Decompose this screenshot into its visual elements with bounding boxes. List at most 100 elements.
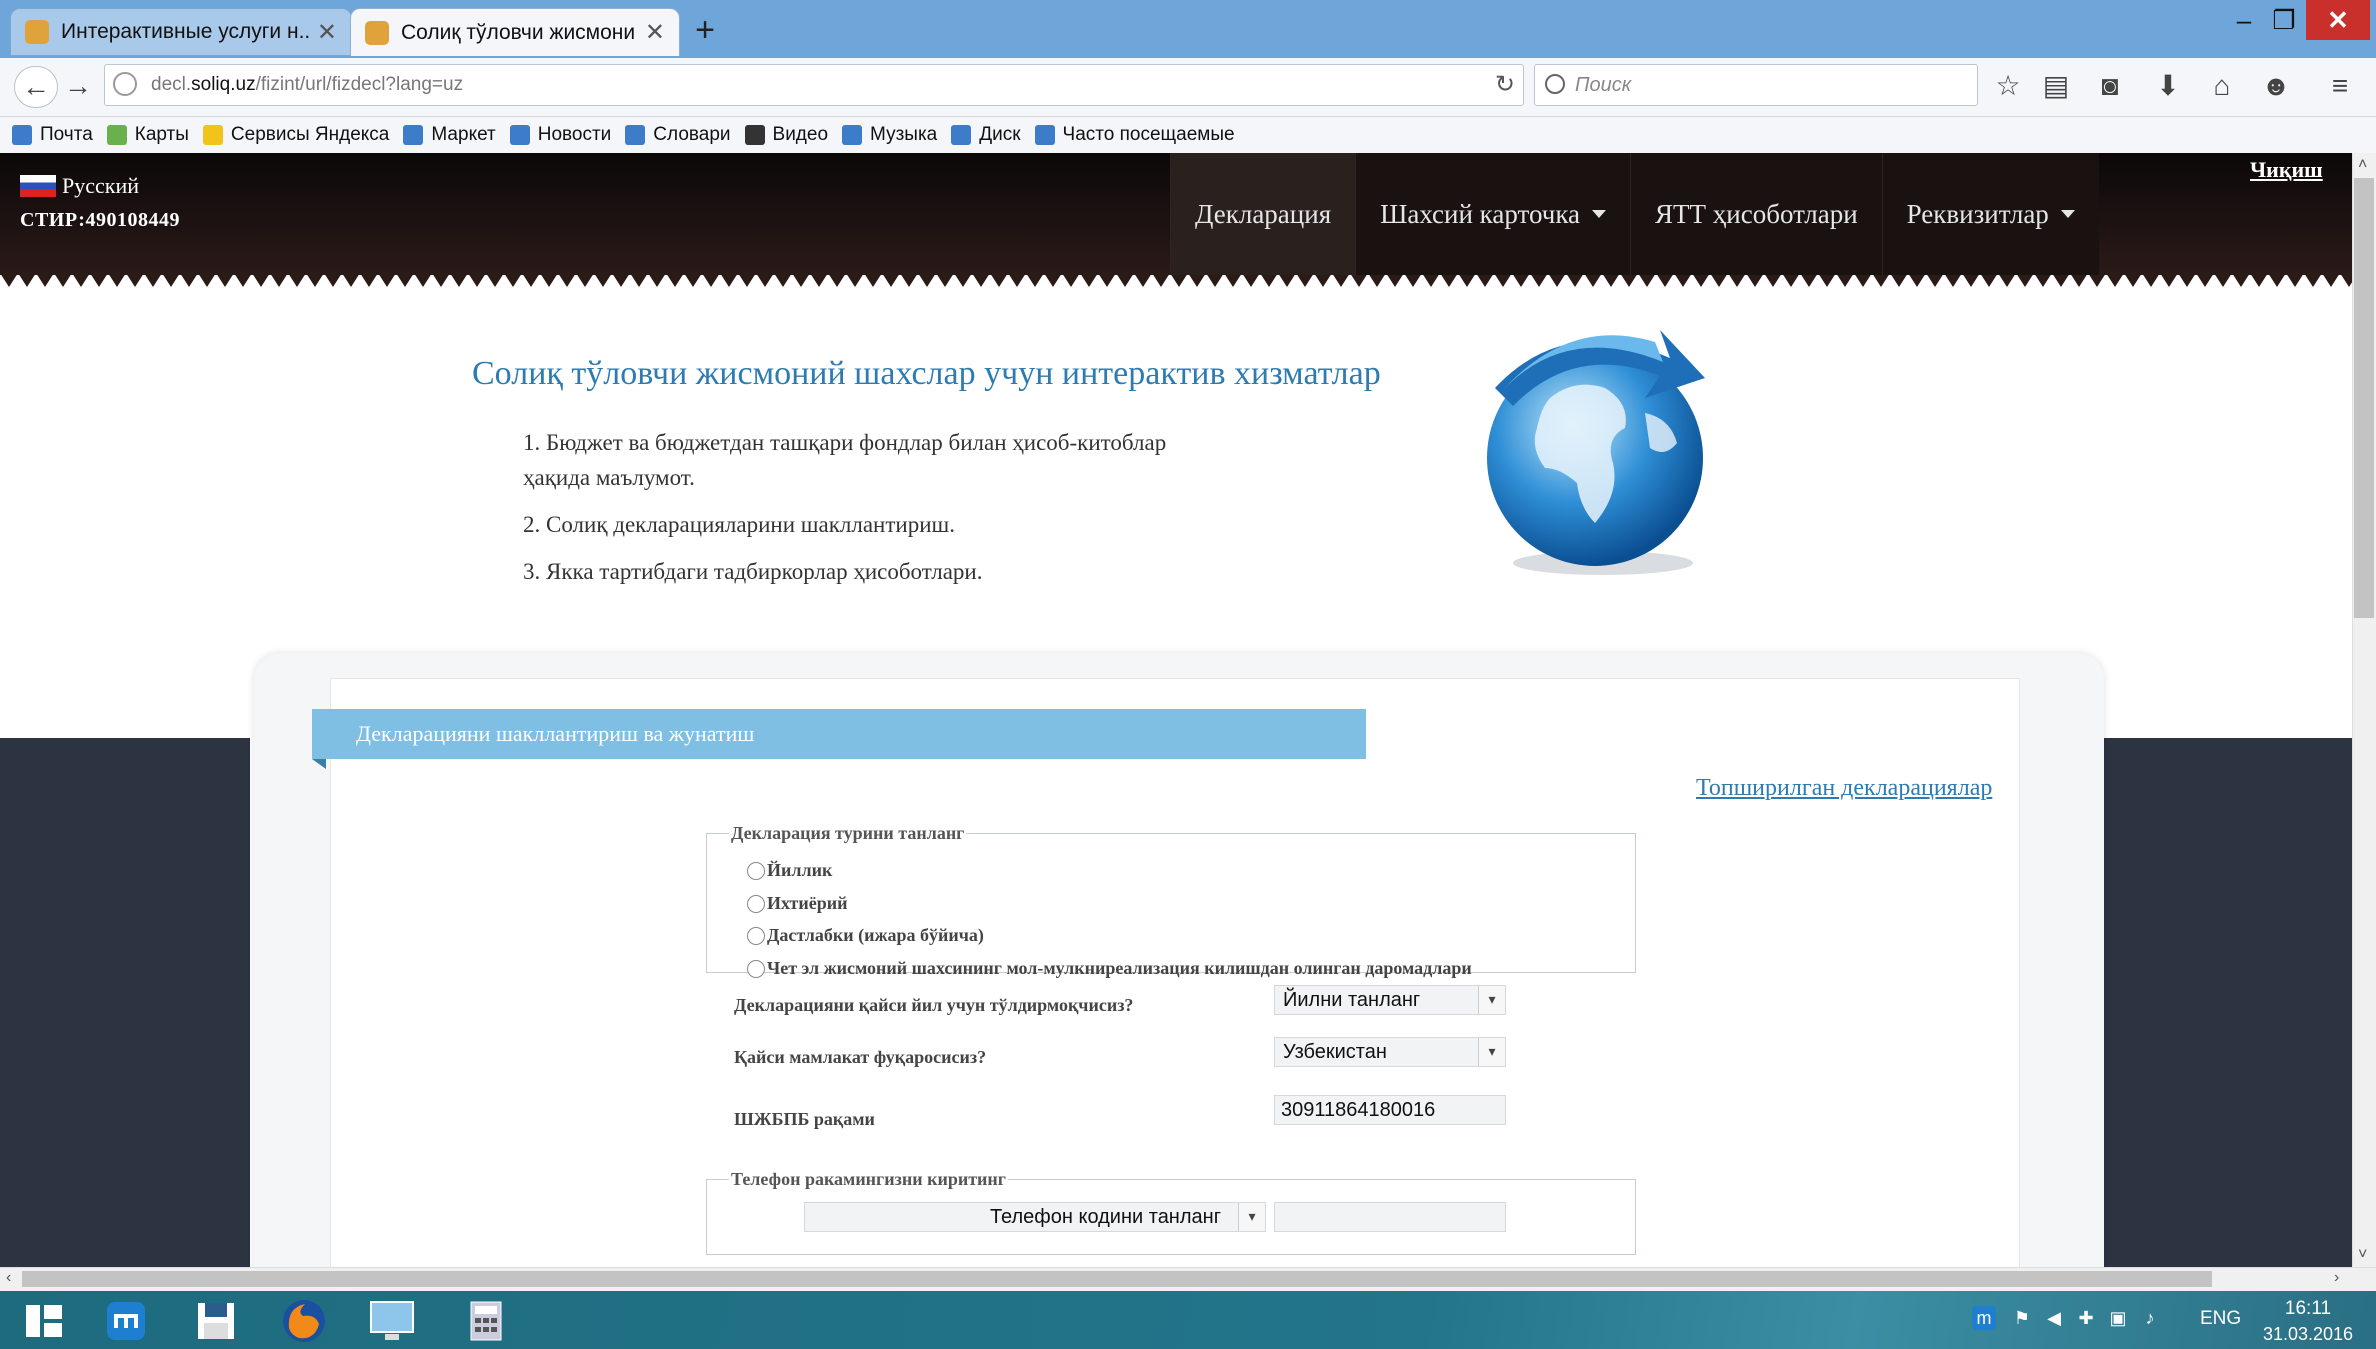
browser-nav-bar: ← → decl.soliq.uz/fizint/url/fizdecl?lan… [0,58,2376,117]
tab-soliq-fizdecl[interactable]: Солиқ тўловчи жисмони... ✕ [350,8,680,56]
vertical-scroll-thumb[interactable] [2354,178,2374,618]
phone-number-input[interactable] [1274,1202,1506,1232]
radio-button[interactable] [747,894,765,913]
horizontal-scroll-thumb[interactable] [22,1271,2212,1287]
declaration-type-legend: Декларация турини танланг [731,823,965,843]
remote-desktop-icon[interactable] [362,1296,422,1346]
site-info-icon[interactable] [113,72,137,96]
scroll-down-icon[interactable]: ˅ [2358,1246,2367,1264]
pinfl-field[interactable]: 30911864180016 [1274,1095,1506,1125]
window-close-button[interactable]: ✕ [2306,0,2370,40]
background-side-right [2104,738,2352,1267]
main-menu: Декларация Шахсий карточка ЯТТ ҳисоботла… [1170,153,2099,275]
declaration-type-group: Декларация турини танланг Йиллик Ихтиёри… [706,823,1636,978]
menu-personal-card[interactable]: Шахсий карточка [1355,153,1630,275]
scroll-right-icon[interactable]: › [2334,1269,2339,1287]
bookmark-maps[interactable]: Карты [106,124,189,146]
clock-time[interactable]: 16:11 [2268,1298,2348,1320]
url-text[interactable]: decl.soliq.uz/fizint/url/fizdecl?lang=uz [151,65,463,105]
scroll-left-icon[interactable]: ‹ [6,1269,11,1287]
chat-icon[interactable]: ☻ [2256,66,2296,106]
action-center-flag-icon[interactable]: ⚑ [2010,1306,2034,1330]
search-input[interactable]: Поиск [1534,64,1978,106]
logout-link[interactable]: Чиқиш [2250,157,2323,183]
maxthon-tray-icon[interactable]: m [1972,1306,1996,1330]
country-select[interactable]: Узбекистан ▾ [1274,1037,1506,1067]
bookmark-star-icon[interactable]: ☆ [1988,66,2028,106]
bookmark-video[interactable]: Видео [744,124,829,146]
network-icon[interactable]: ▣ [2106,1306,2130,1330]
radio-voluntary[interactable]: Ихтиёрий [747,893,848,914]
bookmark-label: Карты [134,124,189,145]
task-view-icon[interactable] [14,1296,74,1346]
clock-date[interactable]: 31.03.2016 [2258,1324,2358,1345]
year-select[interactable]: Йилни танланг ▾ [1274,985,1506,1015]
background-side-left [0,738,250,1267]
service-item: 3. Якка тартибдаги тадбиркорлар ҳисоботл… [523,559,983,584]
bookmark-market[interactable]: Маркет [403,124,496,146]
menu-label: ЯТТ ҳисоботлари [1655,198,1858,229]
radio-button[interactable] [747,926,765,945]
globe-icon [1487,330,1705,575]
input-language[interactable]: ENG [2200,1308,2241,1330]
menu-declaration[interactable]: Декларация [1170,153,1356,275]
hamburger-menu-icon[interactable]: ≡ [2320,66,2360,106]
antivirus-icon[interactable]: ✚ [2074,1306,2098,1330]
radio-button[interactable] [747,959,765,978]
bookmark-music[interactable]: Музыка [842,124,937,146]
speaker-icon[interactable]: ◀ [2042,1306,2066,1330]
menu-ytt-reports[interactable]: ЯТТ ҳисоботлари [1630,153,1882,275]
calculator-icon[interactable] [456,1296,516,1346]
radio-label: Йиллик [767,860,833,880]
close-icon[interactable]: ✕ [317,18,337,47]
save-disk-icon[interactable] [186,1296,246,1346]
bookmark-yandex-services[interactable]: Сервисы Яндекса [202,124,389,146]
language-switch[interactable]: Русский [20,173,139,199]
download-icon[interactable]: ⬇ [2148,66,2188,106]
firefox-icon[interactable] [274,1296,334,1346]
menu-requisites[interactable]: Реквизитлар [1881,153,2099,275]
phone-code-select[interactable]: Телефон кодини танланг ▾ [804,1202,1266,1232]
radio-preliminary-rent[interactable]: Дастлабки (ижара бўйича) [747,925,984,946]
reload-icon[interactable]: ↻ [1495,65,1515,105]
zigzag-border-top [0,273,2352,303]
tab-interactive-services[interactable]: Интерактивные услуги н... ✕ [10,8,352,56]
url-path: /fizint/url/fizdecl?lang=uz [255,74,464,95]
maximize-button[interactable]: ❐ [2264,0,2304,40]
page-title: Солиқ тўловчи жисмоний шахслар учун инте… [472,355,1381,392]
ribbon-fold [312,759,326,769]
chevron-down-icon[interactable]: ▾ [1238,1203,1265,1231]
bookmark-news[interactable]: Новости [509,124,611,146]
bookmark-dictionaries[interactable]: Словари [625,124,731,146]
radio-annual[interactable]: Йиллик [747,860,832,881]
chevron-down-icon[interactable]: ▾ [1478,986,1505,1014]
search-icon [1545,74,1565,94]
back-button[interactable]: ← [14,66,58,108]
radio-button[interactable] [747,861,765,880]
maxthon-icon[interactable] [96,1296,156,1346]
radio-foreign-property[interactable]: Чет эл жисмоний шахсининг мол-мулкниреал… [747,958,1472,979]
forward-button[interactable]: → [60,66,96,106]
phone-legend: Телефон ракамингизни киритинг [731,1169,1006,1189]
reading-list-icon[interactable]: ▤ [2036,66,2076,106]
minimize-button[interactable]: – [2224,0,2264,40]
scroll-up-icon[interactable]: ˄ [2358,156,2367,174]
submitted-declarations-link[interactable]: Топширилган декларациялар [1696,775,1992,802]
mail-icon [12,125,32,145]
page-icon [403,125,424,145]
home-icon[interactable]: ⌂ [2202,66,2242,106]
tab-favicon-icon [25,20,49,44]
chevron-down-icon[interactable]: ▾ [1478,1038,1505,1066]
pocket-icon[interactable]: ◙ [2090,66,2130,106]
new-tab-button[interactable]: + [688,10,722,50]
bookmark-disk[interactable]: Диск [951,124,1021,146]
bookmark-mail[interactable]: Почта [12,124,93,146]
page-icon [625,125,646,145]
close-icon[interactable]: ✕ [645,18,665,47]
bookmark-most-visited[interactable]: Часто посещаемые [1034,124,1235,146]
browser-tab-bar: Интерактивные услуги н... ✕ Солиқ тўловч… [0,0,2376,58]
tab-title: Солиқ тўловчи жисмони... [401,20,637,44]
address-bar[interactable]: decl.soliq.uz/fizint/url/fizdecl?lang=uz… [104,64,1524,106]
volume-icon[interactable]: ♪ [2138,1306,2162,1330]
bookmark-label: Видео [772,124,829,145]
